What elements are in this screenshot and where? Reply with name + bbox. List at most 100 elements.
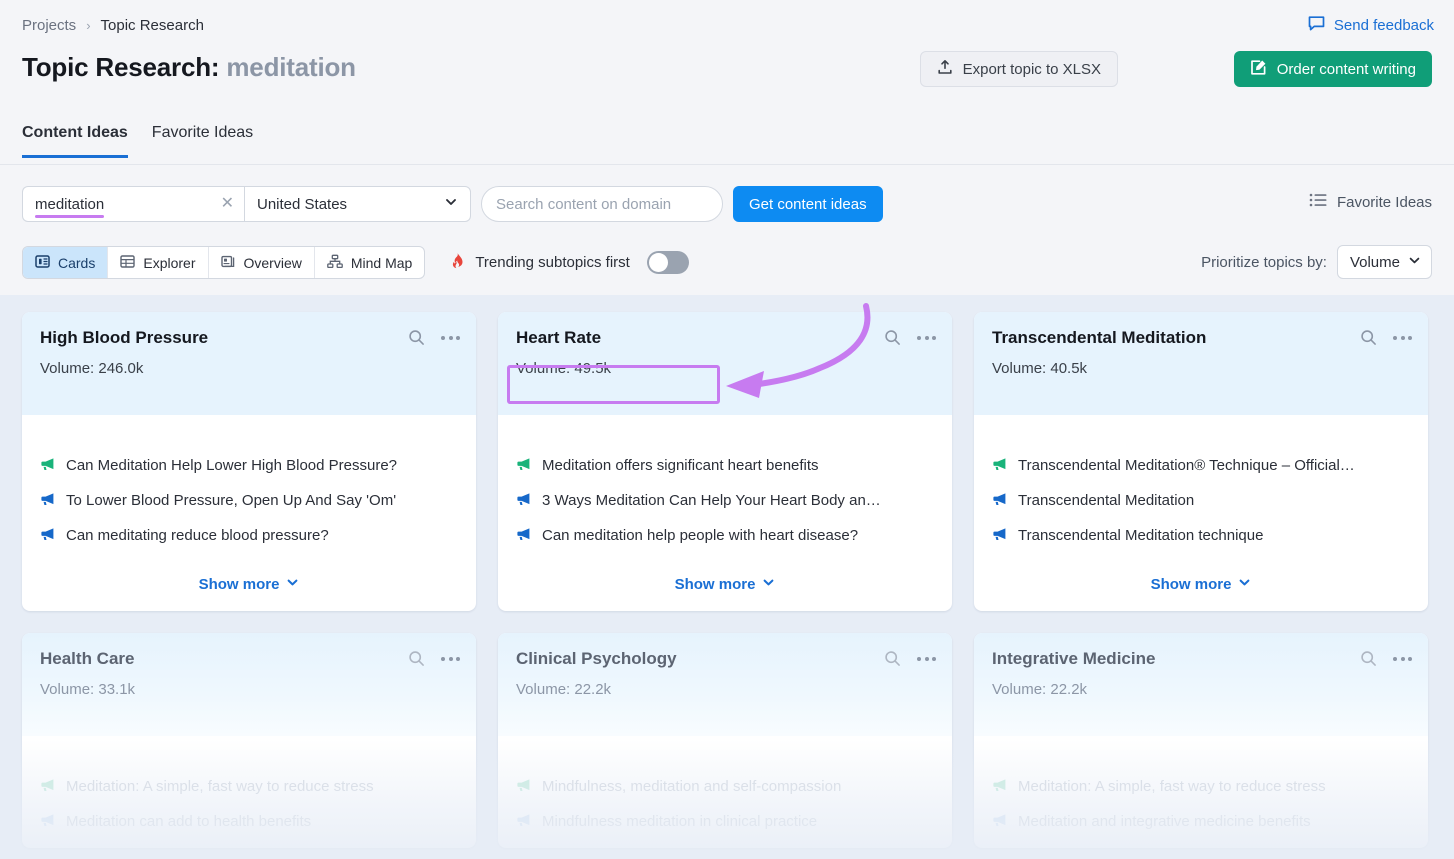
card-title: Transcendental Meditation [992,328,1410,348]
chevron-right-icon: › [86,18,90,33]
search-icon[interactable] [884,329,901,346]
view-switcher: Cards Explorer [22,246,425,279]
list-item[interactable]: Can meditating reduce blood pressure? [40,527,458,545]
show-more-button[interactable]: Show more [22,562,476,611]
topic-card[interactable]: High Blood Pressure Volume: 246.0k Can M… [22,312,476,611]
export-xlsx-button[interactable]: Export topic to XLSX [920,51,1118,87]
list-item[interactable]: Meditation can add to health benefits [40,813,458,831]
card-volume: Volume: 22.2k [516,681,611,698]
table-icon [120,254,135,272]
card-ideas-list: Transcendental Meditation® Technique – O… [974,415,1428,562]
list-item[interactable]: Meditation offers significant heart bene… [516,457,934,475]
idea-text: Transcendental Meditation® Technique – O… [1018,457,1355,474]
chevron-down-icon [762,576,775,593]
view-explorer[interactable]: Explorer [108,247,208,278]
card-header: Transcendental Meditation Volume: 40.5k [974,312,1428,415]
megaphone-icon [516,813,531,831]
country-select[interactable]: United States [244,186,471,222]
favorite-ideas-label: Favorite Ideas [1337,194,1432,211]
send-feedback-button[interactable]: Send feedback [1308,15,1434,36]
more-options-icon[interactable] [917,657,936,661]
country-value: United States [257,196,347,213]
tab-favorite-ideas[interactable]: Favorite Ideas [152,124,253,158]
breadcrumb: Projects › Topic Research [22,17,204,34]
view-overview[interactable]: Overview [209,247,315,278]
card-actions [1360,329,1412,346]
card-title: Heart Rate [516,328,934,348]
cards-area: High Blood Pressure Volume: 246.0k Can M… [0,295,1454,859]
view-switcher-row: Cards Explorer [22,246,689,279]
idea-text: Meditation offers significant heart bene… [542,457,819,474]
more-options-icon[interactable] [441,336,460,340]
prioritize-label: Prioritize topics by: [1201,254,1327,271]
more-options-icon[interactable] [917,336,936,340]
topic-card[interactable]: Health Care Volume: 33.1k Meditation: A … [22,633,476,848]
get-content-ideas-button[interactable]: Get content ideas [733,186,883,222]
list-item[interactable]: Meditation and integrative medicine bene… [992,813,1410,831]
show-more-button[interactable]: Show more [974,562,1428,611]
megaphone-icon [516,457,531,475]
list-item[interactable]: Can meditation help people with heart di… [516,527,934,545]
search-domain-input[interactable]: Search content on domain [481,186,723,222]
prioritize-select[interactable]: Volume [1337,245,1432,279]
megaphone-icon [516,778,531,796]
favorite-ideas-link[interactable]: Favorite Ideas [1309,192,1432,212]
more-options-icon[interactable] [441,657,460,661]
search-icon[interactable] [884,650,901,667]
edit-document-icon [1250,59,1267,80]
list-item[interactable]: 3 Ways Meditation Can Help Your Heart Bo… [516,492,934,510]
megaphone-icon [40,813,55,831]
topic-card[interactable]: Integrative Medicine Volume: 22.2k Medit… [974,633,1428,848]
overview-icon [221,254,236,272]
more-options-icon[interactable] [1393,657,1412,661]
card-volume: Volume: 33.1k [40,681,135,698]
trending-label: Trending subtopics first [475,254,630,271]
topic-card[interactable]: Heart Rate Volume: 49.5k Meditation offe… [498,312,952,611]
view-mind-map[interactable]: Mind Map [315,247,424,278]
megaphone-icon [40,778,55,796]
search-icon[interactable] [1360,650,1377,667]
idea-text: Meditation can add to health benefits [66,813,311,830]
breadcrumb-current[interactable]: Topic Research [101,17,204,34]
megaphone-icon [40,492,55,510]
idea-text: Meditation and integrative medicine bene… [1018,813,1311,830]
list-item[interactable]: Meditation: A simple, fast way to reduce… [992,778,1410,796]
card-ideas-list: Meditation: A simple, fast way to reduce… [974,736,1428,848]
toggle-knob [649,253,668,272]
list-item[interactable]: Mindfulness, meditation and self-compass… [516,778,934,796]
list-item[interactable]: Transcendental Meditation technique [992,527,1410,545]
show-more-button[interactable]: Show more [498,562,952,611]
search-icon[interactable] [408,650,425,667]
page-title: Topic Research: meditation [22,52,356,83]
keyword-input[interactable]: meditation ✕ [22,186,244,222]
card-header: High Blood Pressure Volume: 246.0k [22,312,476,415]
order-content-writing-button[interactable]: Order content writing [1234,51,1432,87]
card-title: Clinical Psychology [516,649,934,669]
list-item[interactable]: Meditation: A simple, fast way to reduce… [40,778,458,796]
breadcrumb-projects[interactable]: Projects [22,17,76,34]
list-item[interactable]: Transcendental Meditation® Technique – O… [992,457,1410,475]
card-header: Health Care Volume: 33.1k [22,633,476,736]
clear-keyword-icon[interactable]: ✕ [221,196,234,212]
prioritize-group: Prioritize topics by: Volume [1201,245,1432,279]
topic-card[interactable]: Clinical Psychology Volume: 22.2k Mindfu… [498,633,952,848]
list-item[interactable]: Transcendental Meditation [992,492,1410,510]
tab-content-ideas[interactable]: Content Ideas [22,124,128,158]
search-icon[interactable] [1360,329,1377,346]
card-header: Clinical Psychology Volume: 22.2k [498,633,952,736]
idea-text: Transcendental Meditation [1018,492,1194,509]
trending-toggle[interactable] [647,251,689,274]
page-header-area: Projects › Topic Research Topic Research… [0,0,1454,295]
topic-card[interactable]: Transcendental Meditation Volume: 40.5k … [974,312,1428,611]
list-item[interactable]: Can Meditation Help Lower High Blood Pre… [40,457,458,475]
mind-map-icon [327,254,343,272]
idea-text: Mindfulness meditation in clinical pract… [542,813,817,830]
megaphone-icon [992,813,1007,831]
idea-text: Transcendental Meditation technique [1018,527,1263,544]
search-icon[interactable] [408,329,425,346]
list-item[interactable]: Mindfulness meditation in clinical pract… [516,813,934,831]
view-cards[interactable]: Cards [23,247,108,278]
more-options-icon[interactable] [1393,336,1412,340]
chevron-down-icon [286,576,299,593]
list-item[interactable]: To Lower Blood Pressure, Open Up And Say… [40,492,458,510]
